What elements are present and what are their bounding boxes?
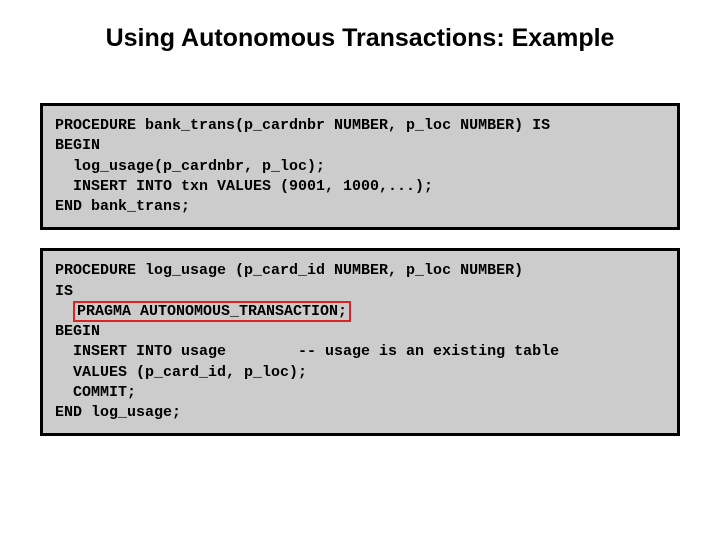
code-line: INSERT INTO txn VALUES (9001, 1000,...); <box>55 178 433 195</box>
code-line: COMMIT; <box>55 384 145 401</box>
page-title: Using Autonomous Transactions: Example <box>0 24 720 53</box>
code-block-bank-trans: PROCEDURE bank_trans(p_cardnbr NUMBER, p… <box>40 103 680 230</box>
code-line: VALUES (p_card_id, p_loc); <box>55 364 307 381</box>
code-line: INSERT INTO usage -- usage is an existin… <box>55 343 559 360</box>
slide: Using Autonomous Transactions: Example P… <box>0 0 720 540</box>
code-line: log_usage(p_cardnbr, p_loc); <box>55 158 334 175</box>
code-line: BEGIN <box>55 137 100 154</box>
code-line: PROCEDURE log_usage (p_card_id NUMBER, p… <box>55 262 523 279</box>
code-block-log-usage: PROCEDURE log_usage (p_card_id NUMBER, p… <box>40 248 680 436</box>
code-line: PROCEDURE bank_trans(p_cardnbr NUMBER, p… <box>55 117 550 134</box>
code-line: END log_usage; <box>55 404 181 421</box>
pragma-highlight: PRAGMA AUTONOMOUS_TRANSACTION; <box>73 301 351 322</box>
code-line: END bank_trans; <box>55 198 190 215</box>
code-line: BEGIN <box>55 323 100 340</box>
code-line: IS <box>55 283 73 300</box>
code-line-indent <box>55 303 73 320</box>
